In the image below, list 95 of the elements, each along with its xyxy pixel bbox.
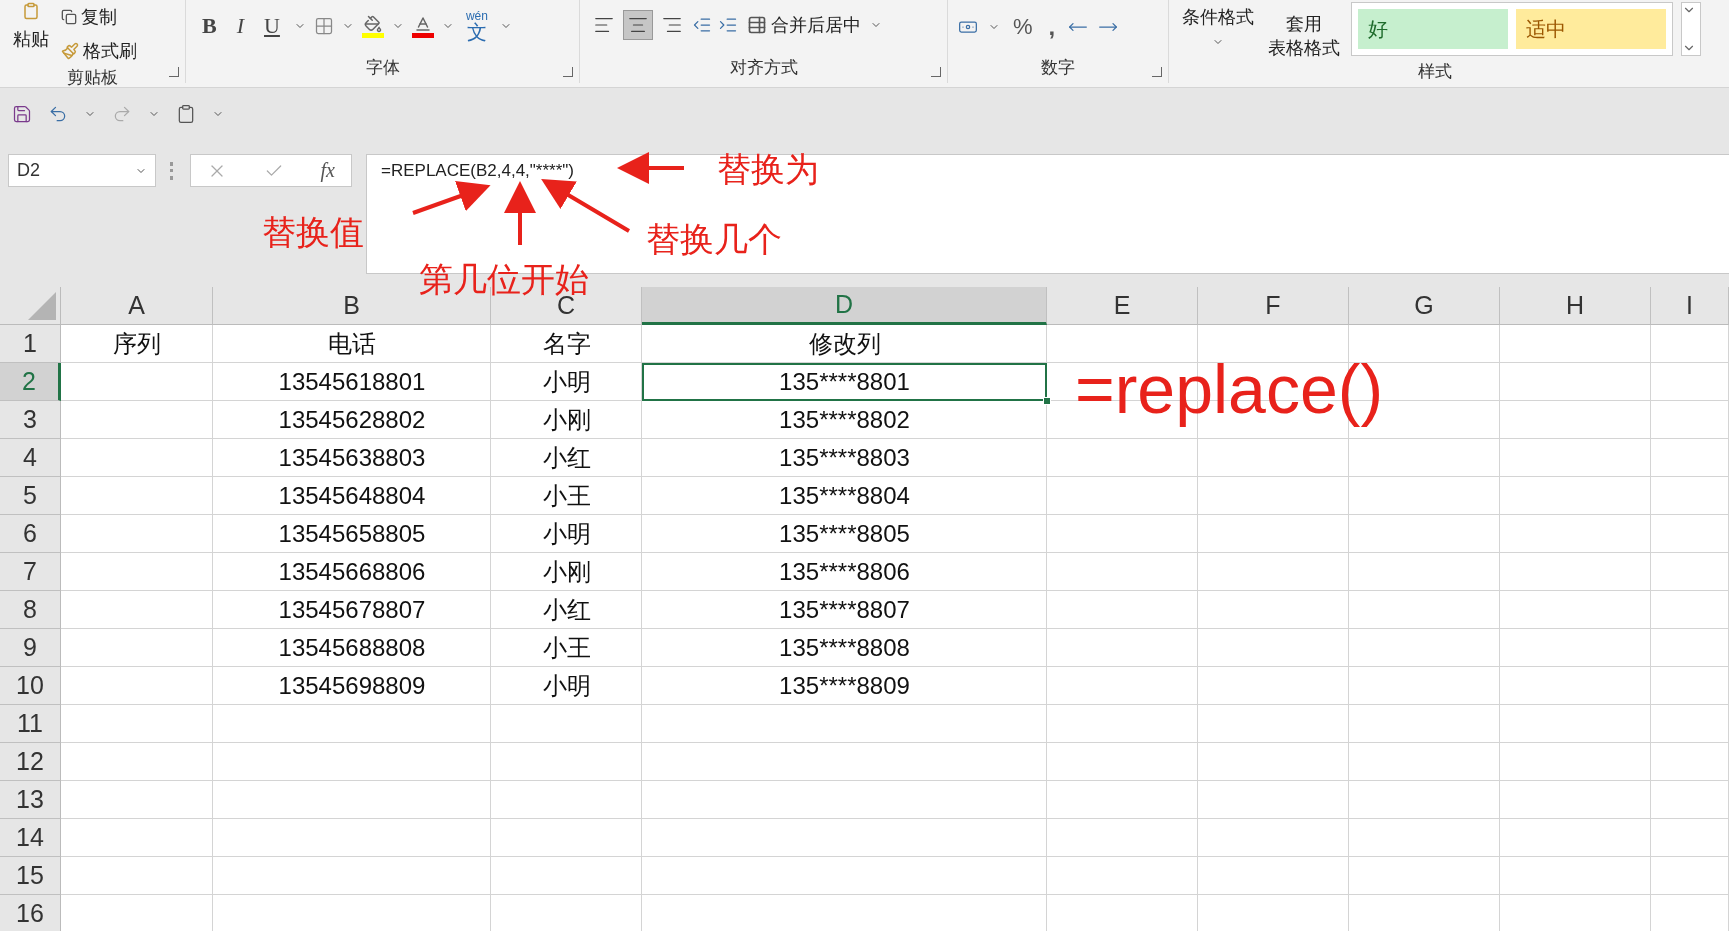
row-header[interactable]: 8 [0, 591, 61, 629]
column-header[interactable]: I [1651, 287, 1729, 325]
arrow [504, 181, 536, 245]
redo-icon[interactable] [112, 104, 132, 124]
format-as-table-button[interactable]: 套用 表格格式 [1265, 2, 1343, 60]
table-cell[interactable]: 小明 [491, 515, 642, 553]
cell-style-button[interactable]: 好 [1358, 9, 1508, 49]
percent-button[interactable]: % [1010, 11, 1036, 43]
table-cell[interactable]: 135****8804 [642, 477, 1047, 515]
table-cell[interactable]: 135****8809 [642, 667, 1047, 705]
clipboard-icon[interactable] [22, 2, 40, 20]
copy-button[interactable]: 复制 [58, 2, 120, 32]
row-header[interactable]: 5 [0, 477, 61, 515]
annotation-label: 替换为 [717, 152, 819, 186]
group-label: 样式 [1418, 61, 1452, 83]
paste-icon[interactable] [176, 104, 196, 124]
table-cell[interactable]: 13545698809 [213, 667, 491, 705]
column-header[interactable]: G [1349, 287, 1500, 325]
table-cell[interactable]: 小红 [491, 591, 642, 629]
dialog-launcher-icon[interactable] [169, 67, 179, 77]
row-header[interactable]: 2 [0, 363, 61, 401]
copy-icon [61, 9, 77, 25]
table-cell[interactable]: 13545688808 [213, 629, 491, 667]
column-header[interactable]: H [1500, 287, 1651, 325]
cell-style-button[interactable]: 适中 [1516, 9, 1666, 49]
conditional-format-button[interactable]: 条件格式 [1179, 2, 1257, 32]
dialog-launcher-icon[interactable] [931, 67, 941, 77]
table-cell[interactable]: 135****8805 [642, 515, 1047, 553]
table-cell[interactable]: 13545668806 [213, 553, 491, 591]
table-cell[interactable]: 序列 [61, 325, 213, 363]
undo-icon[interactable] [48, 104, 68, 124]
insert-function-button[interactable]: fx [320, 159, 335, 182]
table-cell[interactable]: 135****8806 [642, 553, 1047, 591]
table-cell[interactable]: 小明 [491, 667, 642, 705]
row-header[interactable]: 1 [0, 325, 61, 363]
column-header[interactable]: F [1198, 287, 1349, 325]
row-header[interactable]: 4 [0, 439, 61, 477]
merge-center-button[interactable]: 合并后居中 [744, 10, 864, 40]
group-label: 剪贴板 [67, 67, 118, 89]
table-cell[interactable]: 电话 [213, 325, 491, 363]
table-cell[interactable]: 小王 [491, 477, 642, 515]
paste-button[interactable]: 粘贴 [10, 24, 52, 54]
underline-button[interactable]: U [258, 11, 286, 41]
fill-color-icon[interactable] [361, 14, 384, 38]
align-center-button[interactable] [624, 11, 652, 39]
table-cell[interactable]: 13545618801 [213, 363, 491, 401]
table-cell[interactable]: 13545638803 [213, 439, 491, 477]
table-cell[interactable]: 名字 [491, 325, 642, 363]
dialog-launcher-icon[interactable] [563, 67, 573, 77]
row-header[interactable]: 14 [0, 819, 61, 857]
table-cell[interactable]: 13545628802 [213, 401, 491, 439]
annotation-label: 替换值 [262, 215, 364, 249]
borders-icon[interactable] [313, 16, 334, 36]
italic-button[interactable]: I [230, 11, 250, 41]
table-cell[interactable]: 135****8807 [642, 591, 1047, 629]
row-header[interactable]: 6 [0, 515, 61, 553]
table-cell[interactable]: 13545678807 [213, 591, 491, 629]
annotation-label: 替换几个 [646, 222, 782, 256]
column-header[interactable]: D [642, 287, 1047, 325]
row-header[interactable]: 15 [0, 857, 61, 895]
table-cell[interactable]: 小明 [491, 363, 642, 401]
row-header[interactable]: 3 [0, 401, 61, 439]
row-header[interactable]: 12 [0, 743, 61, 781]
format-painter-button[interactable]: 格式刷 [58, 36, 140, 66]
table-cell[interactable]: 135****8803 [642, 439, 1047, 477]
table-cell[interactable]: 小红 [491, 439, 642, 477]
row-header[interactable]: 11 [0, 705, 61, 743]
table-cell[interactable]: 135****8808 [642, 629, 1047, 667]
save-icon[interactable] [12, 104, 32, 124]
comma-button[interactable]: , [1045, 10, 1059, 44]
group-label: 对齐方式 [729, 57, 798, 79]
phonetic-button[interactable]: wén 文 [461, 10, 492, 42]
row-header[interactable]: 13 [0, 781, 61, 819]
table-cell[interactable]: 135****8802 [642, 401, 1047, 439]
merge-cells-icon [747, 15, 767, 35]
row-header[interactable]: 9 [0, 629, 61, 667]
brush-icon [61, 42, 79, 60]
group-label: 数字 [1041, 57, 1075, 79]
row-header[interactable]: 10 [0, 667, 61, 705]
row-header[interactable]: 7 [0, 553, 61, 591]
dialog-launcher-icon[interactable] [1152, 67, 1162, 77]
name-box[interactable]: D2 [8, 154, 156, 187]
column-header[interactable]: A [61, 287, 213, 325]
table-cell[interactable]: 小刚 [491, 553, 642, 591]
bold-button[interactable]: B [196, 11, 223, 41]
column-header[interactable]: E [1047, 287, 1198, 325]
table-cell[interactable]: 小刚 [491, 401, 642, 439]
gallery-scroller[interactable] [1681, 2, 1701, 56]
row-header[interactable]: 16 [0, 895, 61, 931]
group-label: 字体 [365, 57, 400, 79]
font-color-icon[interactable] [411, 14, 434, 38]
table-cell[interactable]: 13545648804 [213, 477, 491, 515]
table-cell[interactable]: 13545658805 [213, 515, 491, 553]
table-cell[interactable]: 修改列 [642, 325, 1047, 363]
table-cell[interactable]: 小王 [491, 629, 642, 667]
